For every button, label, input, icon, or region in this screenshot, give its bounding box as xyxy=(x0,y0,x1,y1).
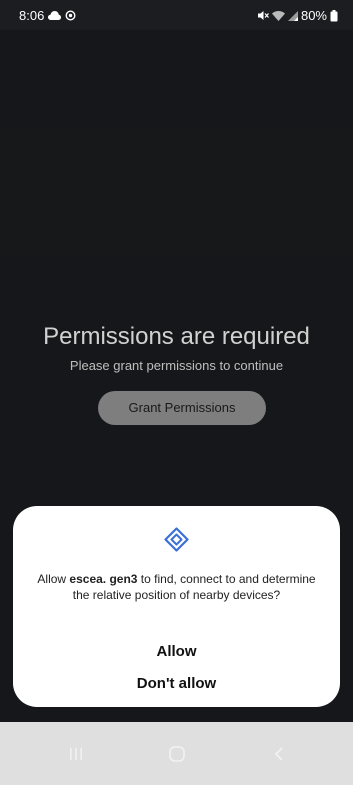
wifi-icon xyxy=(271,10,285,21)
location-icon xyxy=(65,10,76,21)
allow-button[interactable]: Allow xyxy=(35,637,318,667)
dialog-app-name: escea. gen3 xyxy=(69,572,138,586)
status-right: 80% xyxy=(257,8,338,23)
back-icon[interactable] xyxy=(259,740,299,768)
dont-allow-button[interactable]: Don't allow xyxy=(35,669,318,699)
permission-dialog: Allow escea. gen3 to find, connect to an… xyxy=(13,506,340,707)
status-time: 8:06 xyxy=(19,8,45,23)
home-icon[interactable] xyxy=(157,740,197,768)
signal-icon xyxy=(287,10,298,21)
cloud-icon xyxy=(48,11,62,20)
dialog-message-prefix: Allow xyxy=(37,572,70,586)
nearby-devices-icon xyxy=(164,527,189,552)
mute-icon xyxy=(257,10,269,21)
dialog-message: Allow escea. gen3 to find, connect to an… xyxy=(35,571,318,603)
recents-icon[interactable] xyxy=(56,740,96,768)
battery-icon xyxy=(330,9,338,22)
battery-percent: 80% xyxy=(300,8,327,23)
navigation-bar xyxy=(0,722,353,785)
status-left: 8:06 xyxy=(19,8,76,23)
status-bar: 8:06 80% xyxy=(0,0,353,30)
